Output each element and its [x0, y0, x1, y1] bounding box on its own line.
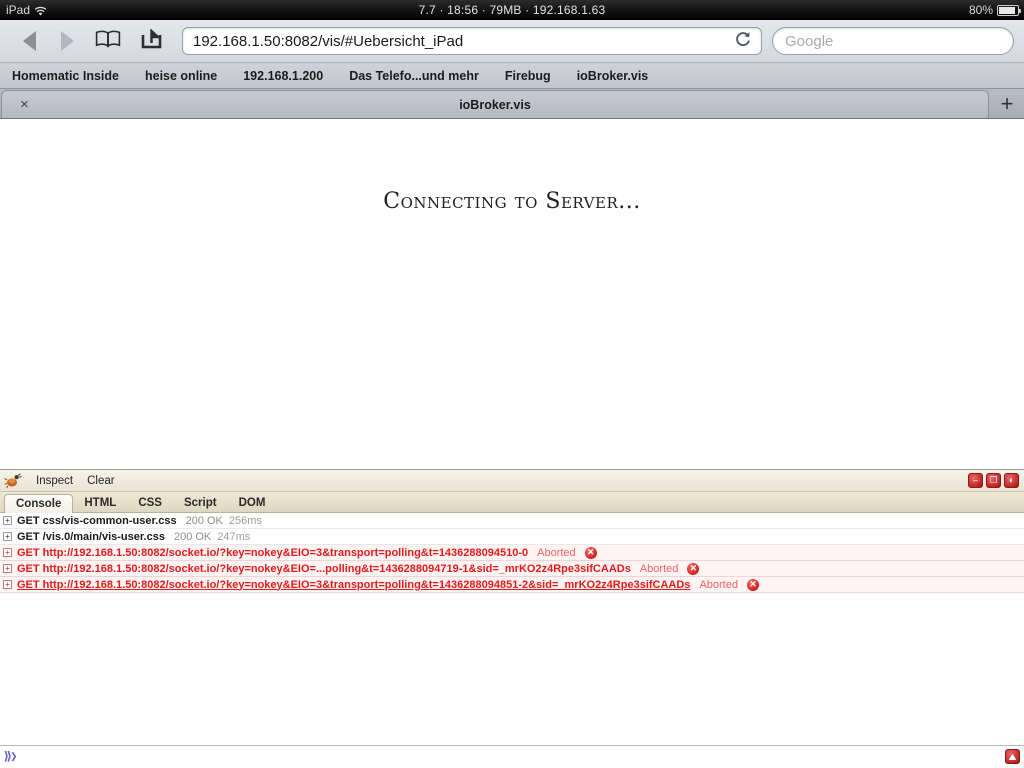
console-row[interactable]: + GET css/vis-common-user.css 200 OK 256…: [0, 513, 1024, 529]
request-status: Aborted: [639, 562, 679, 575]
tab-html[interactable]: HTML: [73, 493, 127, 512]
reload-button[interactable]: [731, 29, 755, 53]
search-placeholder: Google: [785, 32, 834, 50]
firebug-console-list[interactable]: + GET css/vis-common-user.css 200 OK 256…: [0, 513, 1024, 745]
firebug-panel: Inspect Clear – ❐ ◐ Console HTML CSS Scr…: [0, 469, 1024, 766]
request-status: 200 OK: [185, 514, 223, 527]
bookmark-firebug[interactable]: Firebug: [505, 69, 551, 83]
firebug-bug-icon[interactable]: [4, 472, 22, 489]
error-badge-icon[interactable]: [1005, 749, 1020, 764]
bookmark-192-168-1-200[interactable]: 192.168.1.200: [243, 69, 323, 83]
request-status: Aborted: [699, 578, 738, 591]
bookmark-iobroker-vis[interactable]: ioBroker.vis: [577, 69, 649, 83]
close-button[interactable]: ◐: [1004, 473, 1019, 488]
bookmark-homematic-inside[interactable]: Homematic Inside: [12, 69, 119, 83]
bookmark-heise-online[interactable]: heise online: [145, 69, 217, 83]
command-prompt-label: ⟫❯: [4, 749, 17, 764]
request-url: GET css/vis-common-user.css: [17, 514, 177, 527]
ios-status-bar: iPad 7.7 · 18:56 · 79MB · 192.168.1.63 8…: [0, 0, 1024, 20]
browser-tab[interactable]: × ioBroker.vis: [1, 90, 989, 118]
error-icon: ✕: [687, 562, 700, 575]
console-row-error[interactable]: + GET http://192.168.1.50:8082/socket.io…: [0, 577, 1024, 593]
status-bar-info: 7.7 · 18:56 · 79MB · 192.168.1.63: [418, 3, 606, 17]
search-input[interactable]: Google: [772, 27, 1014, 55]
book-icon: [95, 30, 121, 53]
expand-icon[interactable]: +: [3, 564, 12, 573]
forward-arrow-icon: [60, 31, 74, 51]
minimize-button[interactable]: –: [968, 473, 983, 488]
detach-button[interactable]: ❐: [986, 473, 1001, 488]
console-row-error[interactable]: + GET http://192.168.1.50:8082/socket.io…: [0, 545, 1024, 561]
tab-title: ioBroker.vis: [459, 97, 531, 112]
request-url: GET /vis.0/main/vis-user.css: [17, 530, 165, 543]
url-bar[interactable]: 192.168.1.50:8082/vis/#Uebersicht_iPad: [182, 27, 762, 55]
tab-strip: × ioBroker.vis +: [0, 88, 1024, 118]
browser-toolbar: 192.168.1.50:8082/vis/#Uebersicht_iPad G…: [0, 20, 1024, 62]
browser-chrome: 192.168.1.50:8082/vis/#Uebersicht_iPad G…: [0, 20, 1024, 119]
tab-console[interactable]: Console: [4, 494, 74, 513]
request-status: Aborted: [537, 546, 576, 559]
back-button[interactable]: [10, 24, 48, 58]
firebug-tabs: Console HTML CSS Script DOM: [0, 492, 1024, 513]
tab-script[interactable]: Script: [173, 493, 228, 512]
back-arrow-icon: [22, 31, 36, 51]
bookmarks-button[interactable]: [86, 24, 130, 58]
tab-css[interactable]: CSS: [127, 493, 173, 512]
request-time: 256ms: [228, 514, 262, 527]
page-content: Connecting to Server...: [0, 119, 1024, 469]
connecting-message: Connecting to Server...: [383, 189, 641, 214]
clear-button[interactable]: Clear: [87, 475, 114, 487]
request-status: 200 OK: [173, 530, 212, 543]
expand-icon[interactable]: +: [3, 580, 12, 589]
share-button[interactable]: [130, 24, 174, 58]
console-row[interactable]: + GET /vis.0/main/vis-user.css 200 OK 24…: [0, 529, 1024, 545]
reload-icon: [734, 30, 752, 53]
request-url: GET http://192.168.1.50:8082/socket.io/?…: [17, 546, 529, 559]
new-tab-button[interactable]: +: [990, 90, 1024, 118]
tab-dom[interactable]: DOM: [228, 493, 277, 512]
bookmarks-bar: Homematic Inside heise online 192.168.1.…: [0, 62, 1024, 88]
forward-button[interactable]: [48, 24, 86, 58]
close-icon[interactable]: ×: [20, 97, 29, 112]
error-icon: ✕: [584, 546, 597, 559]
firebug-command-line[interactable]: ⟫❯: [0, 745, 1024, 766]
firebug-toolbar: Inspect Clear – ❐ ◐: [0, 470, 1024, 492]
request-url: GET http://192.168.1.50:8082/socket.io/?…: [17, 578, 691, 591]
battery-icon: [997, 4, 1021, 16]
firebug-window-buttons: – ❐ ◐: [968, 473, 1019, 488]
request-time: 247ms: [217, 530, 251, 543]
error-icon: ✕: [746, 578, 759, 591]
expand-icon[interactable]: +: [3, 548, 12, 557]
url-text: 192.168.1.50:8082/vis/#Uebersicht_iPad: [193, 32, 464, 50]
share-icon: [140, 27, 164, 54]
bookmark-das-telefonbuch[interactable]: Das Telefo...und mehr: [349, 69, 479, 83]
expand-icon[interactable]: +: [3, 516, 12, 525]
inspect-button[interactable]: Inspect: [36, 475, 73, 487]
console-row-error[interactable]: + GET http://192.168.1.50:8082/socket.io…: [0, 561, 1024, 577]
expand-icon[interactable]: +: [3, 532, 12, 541]
request-url: GET http://192.168.1.50:8082/socket.io/?…: [17, 562, 631, 575]
